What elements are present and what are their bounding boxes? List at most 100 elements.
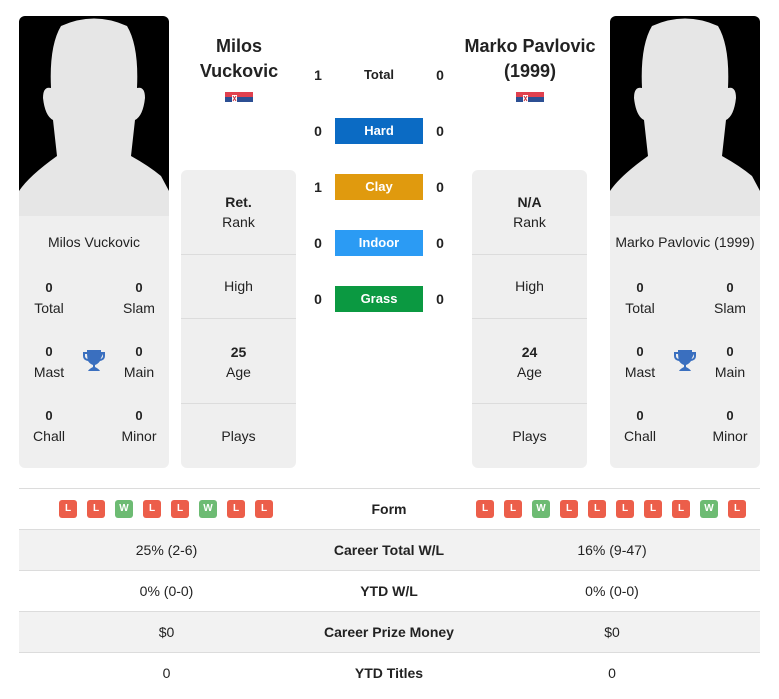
- form-loss-badge[interactable]: L: [560, 500, 578, 518]
- info-label: Plays: [512, 428, 547, 444]
- stat-label: Main: [123, 364, 155, 380]
- surface-badge-clay[interactable]: Clay: [335, 174, 423, 200]
- serbia-flag-icon: [516, 92, 544, 106]
- surface-badge-grass[interactable]: Grass: [335, 286, 423, 312]
- h2h-player2-wins: 0: [436, 123, 444, 139]
- stat-value: 0: [636, 280, 644, 295]
- form-loss-badge[interactable]: L: [227, 500, 245, 518]
- player2-titles-slam: 0 Slam: [700, 278, 760, 318]
- info-value: N/A: [517, 194, 542, 210]
- player1-titles-mast: 0 Mast: [19, 342, 79, 382]
- divider: [181, 318, 296, 319]
- form-win-badge[interactable]: W: [199, 500, 217, 518]
- h2h-row-clay: 1 Clay 0: [305, 174, 455, 200]
- player1-titles-card: Milos Vuckovic 0 Total 0 Slam 0 Mast 0 M…: [19, 216, 169, 468]
- h2h-player2-wins: 0: [436, 291, 444, 307]
- info-label: Age: [517, 364, 542, 380]
- form-loss-badge[interactable]: L: [87, 500, 105, 518]
- player1-titles-chall: 0 Chall: [19, 406, 79, 446]
- form-loss-badge[interactable]: L: [616, 500, 634, 518]
- stat-value: 0: [45, 280, 53, 295]
- form-label: Form: [371, 501, 407, 517]
- player1-titles-slam: 0 Slam: [109, 278, 169, 318]
- h2h-player2-wins: 0: [436, 67, 444, 83]
- info-label: Plays: [221, 428, 256, 444]
- stat-value: 0: [636, 344, 644, 359]
- stat-label: Total: [34, 300, 64, 316]
- stat-label: Chall: [624, 428, 656, 444]
- player1-age: 25 Age: [181, 342, 296, 382]
- h2h-player2-wins: 0: [436, 179, 444, 195]
- prize-money-row: $0 Career Prize Money $0: [19, 611, 760, 652]
- ytd-titles-label: YTD Titles: [354, 665, 424, 681]
- player1-header-name[interactable]: Milos Vuckovic: [178, 34, 300, 84]
- surface-badge-indoor[interactable]: Indoor: [335, 230, 423, 256]
- player-silhouette-icon: [610, 18, 760, 216]
- stat-label: Slam: [123, 300, 155, 316]
- stat-value: 0: [636, 408, 644, 423]
- player1-plays: Plays: [181, 426, 296, 446]
- form-loss-badge[interactable]: L: [59, 500, 77, 518]
- player2-card-name[interactable]: Marko Pavlovic (1999): [610, 234, 760, 250]
- player2-info-panel: N/A Rank High 24 Age Plays: [472, 170, 587, 468]
- player1-card-name[interactable]: Milos Vuckovic: [19, 234, 169, 250]
- info-label: Age: [226, 364, 251, 380]
- form-win-badge[interactable]: W: [115, 500, 133, 518]
- player2-titles-mast: 0 Mast: [610, 342, 670, 382]
- player1-prize-money: $0: [158, 624, 175, 640]
- form-loss-badge[interactable]: L: [588, 500, 606, 518]
- surface-badge-hard[interactable]: Hard: [335, 118, 423, 144]
- info-label: High: [224, 278, 253, 294]
- stat-value: 0: [726, 280, 734, 295]
- h2h-label-total: Total: [363, 67, 395, 82]
- stat-label: Mast: [33, 364, 65, 380]
- player2-header-name[interactable]: Marko Pavlovic (1999): [458, 34, 602, 84]
- prize-money-label: Career Prize Money: [324, 624, 454, 640]
- player1-rank: Ret. Rank: [181, 192, 296, 232]
- form-row: LLWLLWLL Form LLWLLLLLWL: [19, 488, 760, 529]
- trophy-icon: [674, 350, 696, 371]
- form-loss-badge[interactable]: L: [143, 500, 161, 518]
- stat-label: Main: [714, 364, 746, 380]
- h2h-player1-wins: 0: [314, 123, 322, 139]
- ytd-wl-row: 0% (0-0) YTD W/L 0% (0-0): [19, 570, 760, 611]
- info-label: Rank: [222, 214, 255, 230]
- player2-titles-card: Marko Pavlovic (1999) 0 Total 0 Slam 0 M…: [610, 216, 760, 468]
- form-loss-badge[interactable]: L: [504, 500, 522, 518]
- form-loss-badge[interactable]: L: [171, 500, 189, 518]
- form-win-badge[interactable]: W: [532, 500, 550, 518]
- form-loss-badge[interactable]: L: [255, 500, 273, 518]
- h2h-player2-wins: 0: [436, 235, 444, 251]
- player2-high-rank: High: [472, 276, 587, 296]
- player1-form: LLWLLWLL: [59, 500, 273, 518]
- player1-info-panel: Ret. Rank High 25 Age Plays: [181, 170, 296, 468]
- player2-plays: Plays: [472, 426, 587, 446]
- ytd-wl-label: YTD W/L: [360, 583, 418, 599]
- comparison-table: LLWLLWLL Form LLWLLLLLWL 25% (2-6) Caree…: [19, 488, 760, 693]
- serbia-flag-icon: [225, 92, 253, 106]
- h2h-player1-wins: 0: [314, 291, 322, 307]
- ytd-titles-row: 0 YTD Titles 0: [19, 652, 760, 693]
- h2h-row-hard: 0 Hard 0: [305, 118, 455, 144]
- form-loss-badge[interactable]: L: [672, 500, 690, 518]
- player2-ytd-wl: 0% (0-0): [585, 583, 639, 599]
- player2-age: 24 Age: [472, 342, 587, 382]
- form-win-badge[interactable]: W: [700, 500, 718, 518]
- stat-value: 0: [45, 344, 53, 359]
- player2-titles-total: 0 Total: [610, 278, 670, 318]
- player1-photo: [19, 16, 169, 216]
- divider: [181, 403, 296, 404]
- player1-high-rank: High: [181, 276, 296, 296]
- stat-value: 0: [135, 344, 143, 359]
- h2h-player1-wins: 1: [314, 179, 322, 195]
- player-silhouette-icon: [19, 18, 169, 216]
- form-loss-badge[interactable]: L: [644, 500, 662, 518]
- player2-photo: [610, 16, 760, 216]
- player2-prize-money: $0: [604, 624, 620, 640]
- h2h-player1-wins: 1: [314, 67, 322, 83]
- form-loss-badge[interactable]: L: [476, 500, 494, 518]
- player2-rank: N/A Rank: [472, 192, 587, 232]
- stat-label: Total: [625, 300, 655, 316]
- form-loss-badge[interactable]: L: [728, 500, 746, 518]
- name-line: Milos: [215, 36, 262, 56]
